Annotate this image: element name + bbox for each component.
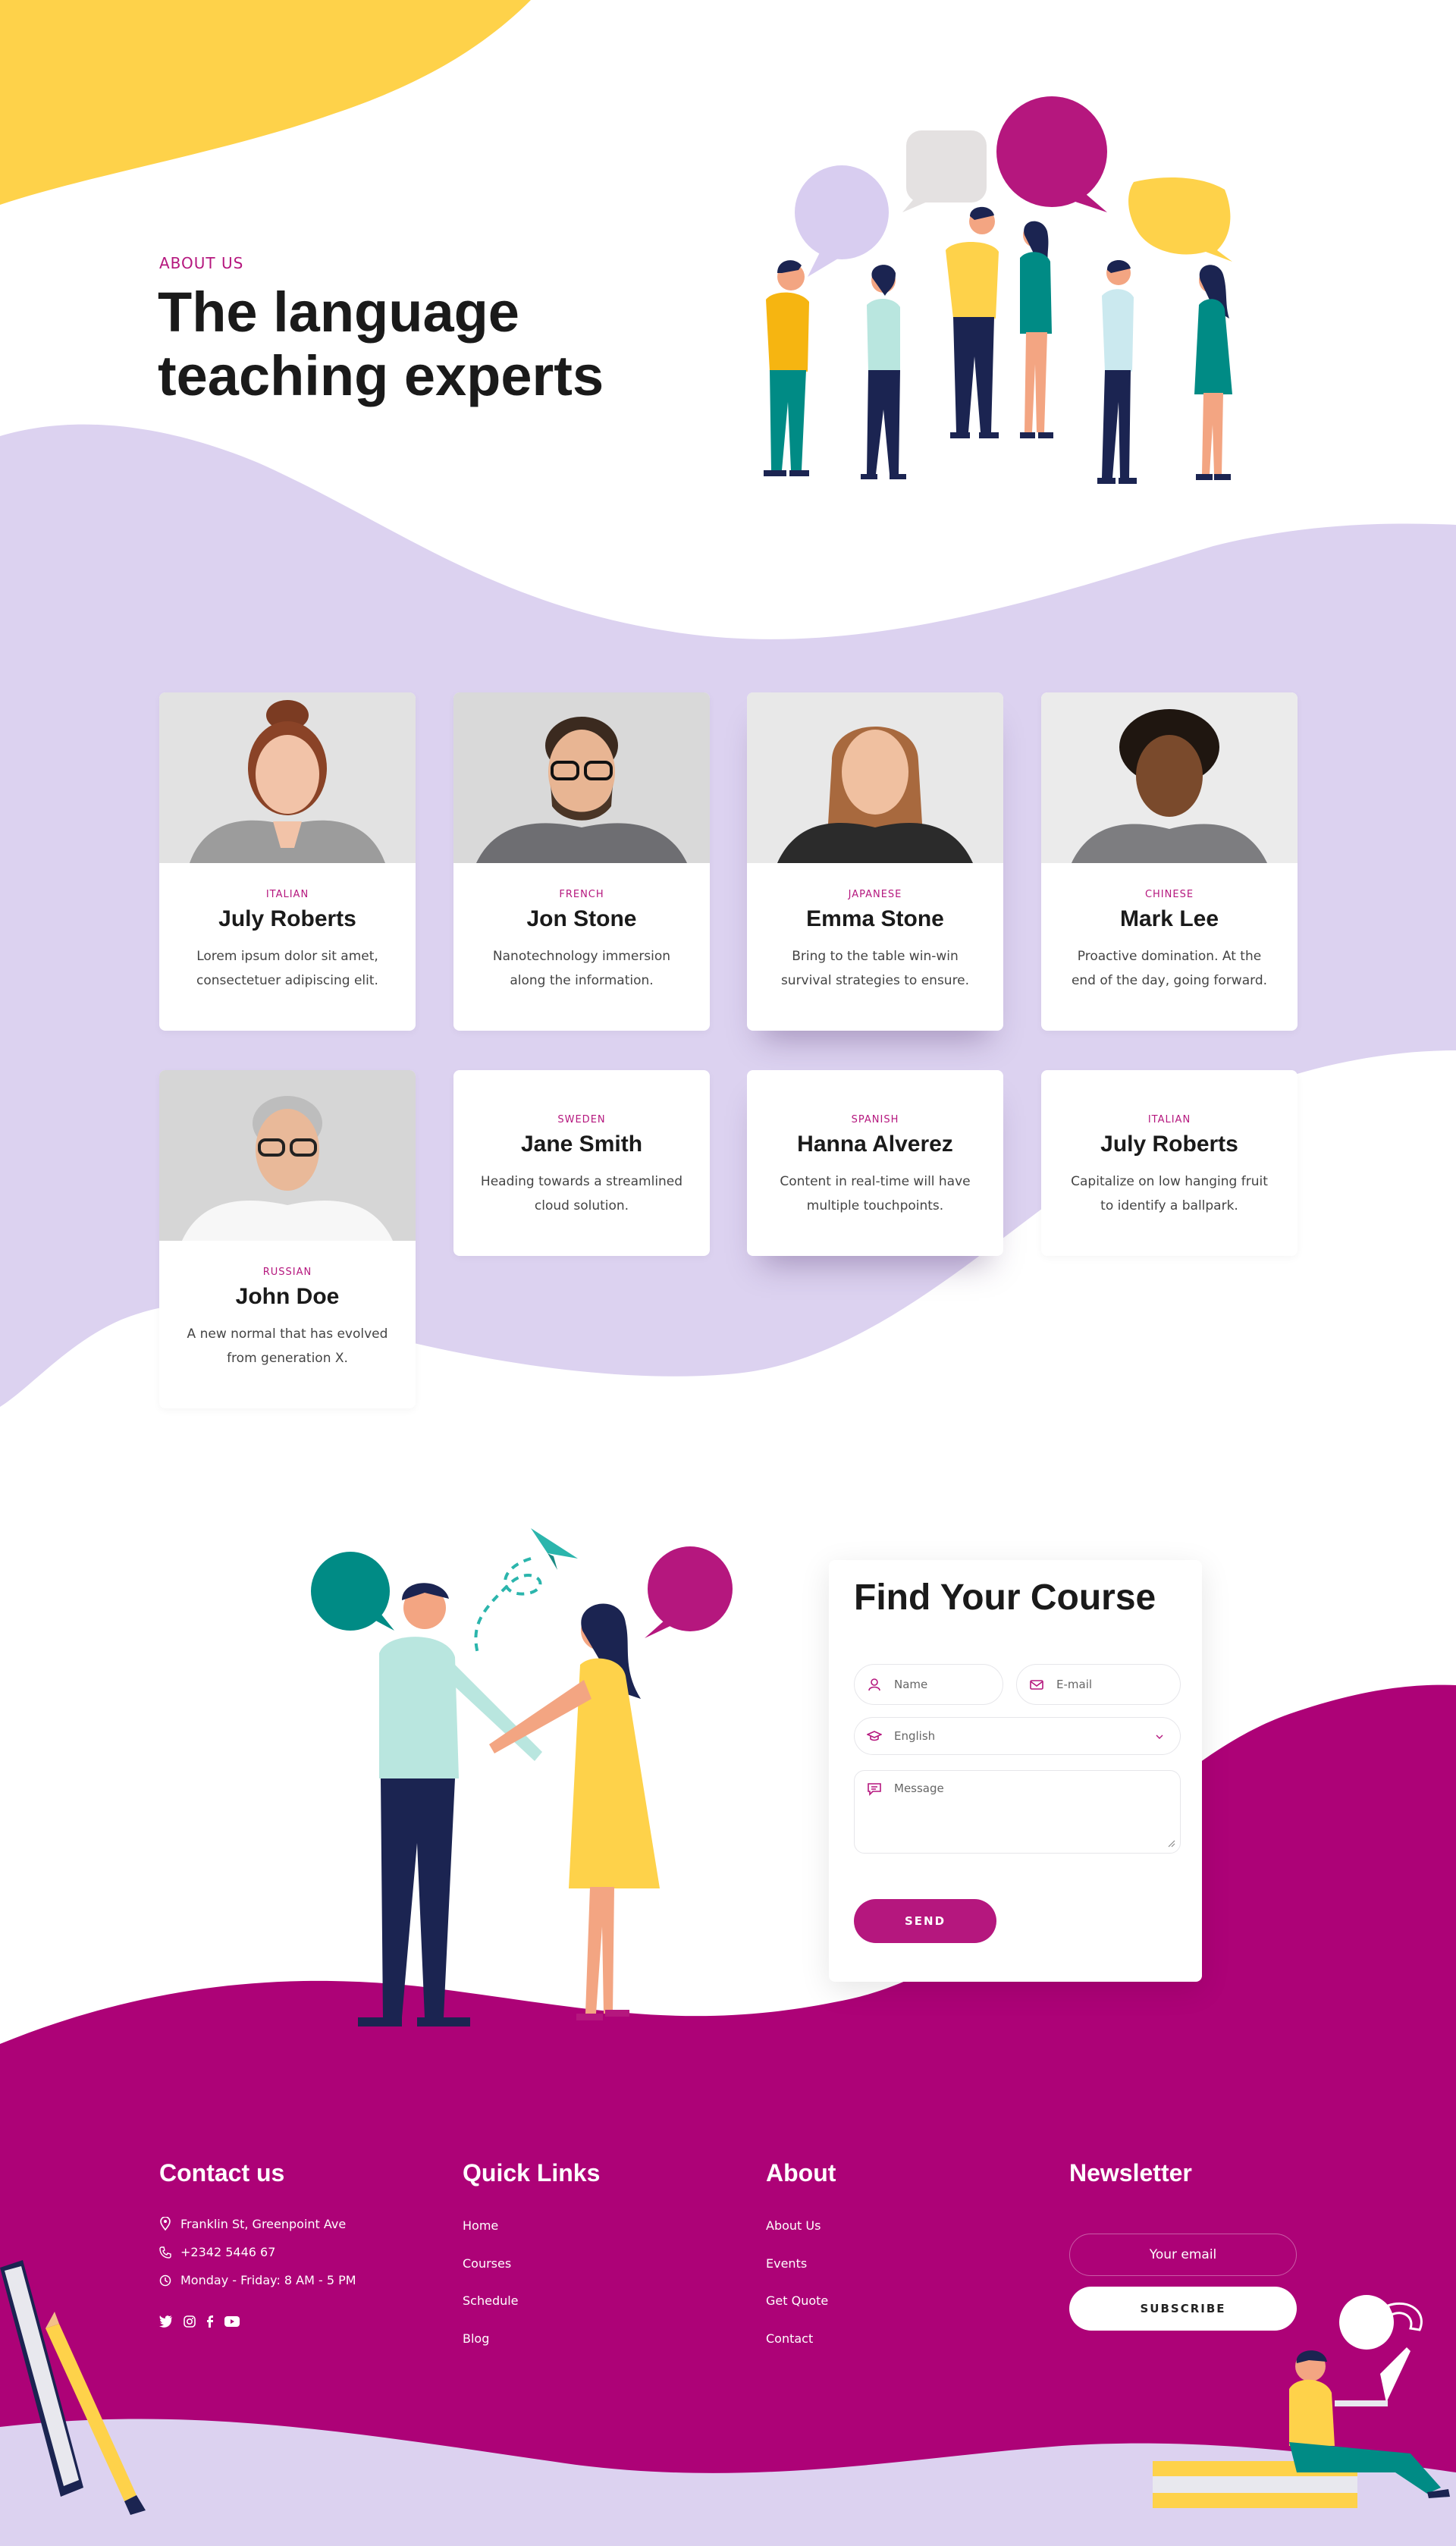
message-placeholder: Message — [894, 1782, 944, 1795]
mail-icon — [1030, 1680, 1043, 1690]
teacher-language: RUSSIAN — [262, 1267, 312, 1278]
footer-link[interactable]: Courses — [463, 2256, 511, 2271]
student-with-laptop-illustration — [1153, 2295, 1450, 2508]
language-select[interactable]: English — [854, 1717, 1181, 1755]
facebook-icon[interactable] — [206, 2315, 214, 2328]
teacher-language: SWEDEN — [557, 1114, 606, 1125]
teacher-card[interactable]: SPANISH Hanna Alverez Content in real-ti… — [747, 1070, 1003, 1256]
teacher-description: Heading towards a streamlined cloud solu… — [480, 1174, 683, 1213]
teacher-card[interactable]: ITALIAN July Roberts Capitalize on low h… — [1041, 1070, 1298, 1256]
graduation-cap-icon — [867, 1731, 882, 1741]
chevron-down-icon — [1156, 1734, 1163, 1739]
footer-link[interactable]: Home — [463, 2218, 498, 2233]
user-icon — [868, 1678, 880, 1691]
handshake-illustration — [311, 1528, 733, 2026]
teacher-photo — [159, 692, 416, 863]
teacher-photo — [159, 1070, 416, 1241]
teacher-photo — [747, 692, 1003, 863]
footer-link[interactable]: Get Quote — [766, 2293, 828, 2308]
teacher-description: Bring to the table win-win survival stra… — [780, 949, 970, 988]
instagram-icon[interactable] — [184, 2315, 196, 2328]
message-icon — [868, 1783, 881, 1796]
footer-link[interactable]: Contact — [766, 2331, 813, 2346]
name-placeholder: Name — [894, 1678, 928, 1691]
teacher-language: FRENCH — [559, 889, 604, 900]
teacher-language: ITALIAN — [265, 889, 309, 900]
address-text: Franklin St, Greenpoint Ave — [180, 2217, 347, 2231]
teacher-description: Capitalize on low hanging fruit to ident… — [1071, 1174, 1268, 1213]
social-icons — [159, 2315, 240, 2328]
teacher-name[interactable]: July Roberts — [1041, 1132, 1298, 1157]
teacher-description: Lorem ipsum dolor sit amet, consectetuer… — [196, 949, 378, 988]
footer-link[interactable]: Schedule — [463, 2293, 519, 2308]
about-eyebrow: ABOUT US — [159, 254, 244, 272]
teacher-language: JAPANESE — [848, 889, 902, 900]
teacher-photo — [453, 692, 710, 863]
newsletter-title: Newsletter — [1069, 2159, 1192, 2187]
teacher-name[interactable]: Jon Stone — [453, 906, 710, 932]
teacher-language: SPANISH — [851, 1114, 899, 1125]
teacher-card[interactable]: CHINESE Mark Lee Proactive domination. A… — [1041, 692, 1298, 1031]
phone-icon — [159, 2246, 171, 2259]
teacher-description: Proactive domination. At the end of the … — [1071, 949, 1268, 988]
language-selected: English — [894, 1729, 936, 1743]
quick-links-title: Quick Links — [463, 2159, 601, 2187]
teacher-photo — [1041, 692, 1298, 863]
contact-phone[interactable]: +2342 5446 67 — [159, 2245, 275, 2259]
footer-link[interactable]: About Us — [766, 2218, 821, 2233]
phone-text: +2342 5446 67 — [180, 2245, 276, 2259]
find-course-form: Find Your Course Name E-mail English Mes… — [829, 1560, 1202, 1982]
teacher-name[interactable]: July Roberts — [159, 906, 416, 932]
resize-handle-icon[interactable] — [1166, 1838, 1176, 1848]
teacher-name[interactable]: John Doe — [159, 1284, 416, 1310]
teacher-name[interactable]: Emma Stone — [747, 906, 1003, 932]
teacher-card[interactable]: ITALIAN July Roberts Lorem ipsum dolor s… — [159, 692, 416, 1031]
teacher-description: Content in real-time will have multiple … — [780, 1174, 971, 1213]
email-field[interactable]: E-mail — [1016, 1664, 1181, 1705]
teacher-card[interactable]: JAPANESE Emma Stone Bring to the table w… — [747, 692, 1003, 1031]
name-field[interactable]: Name — [854, 1664, 1003, 1705]
message-field[interactable]: Message — [854, 1770, 1181, 1854]
contact-hours: Monday - Friday: 8 AM - 5 PM — [159, 2273, 356, 2287]
form-title: Find Your Course — [854, 1578, 1156, 1618]
teacher-name[interactable]: Mark Lee — [1041, 906, 1298, 932]
people-chatting-illustration — [764, 96, 1232, 484]
teacher-card[interactable]: FRENCH Jon Stone Nanotechnology immersio… — [453, 692, 710, 1031]
teacher-card[interactable]: SWEDEN Jane Smith Heading towards a stre… — [453, 1070, 710, 1256]
clock-icon — [159, 2274, 171, 2287]
hours-text: Monday - Friday: 8 AM - 5 PM — [180, 2273, 356, 2287]
twitter-icon[interactable] — [159, 2315, 173, 2328]
teacher-language: CHINESE — [1144, 889, 1194, 900]
hero-title: The language teaching experts — [158, 281, 604, 407]
teacher-name[interactable]: Jane Smith — [453, 1132, 710, 1157]
email-placeholder: E-mail — [1056, 1678, 1093, 1691]
newsletter-email-input[interactable]: Your email — [1069, 2234, 1297, 2276]
footer-link[interactable]: Events — [766, 2256, 807, 2271]
teacher-name[interactable]: Hanna Alverez — [747, 1132, 1003, 1157]
teacher-card[interactable]: RUSSIAN John Doe A new normal that has e… — [159, 1070, 416, 1408]
contact-title: Contact us — [159, 2159, 285, 2187]
youtube-icon[interactable] — [224, 2315, 240, 2328]
footer-link[interactable]: Blog — [463, 2331, 489, 2346]
teacher-description: Nanotechnology immersion along the infor… — [492, 949, 671, 988]
books-pencil-illustration — [0, 2260, 146, 2515]
send-button[interactable]: SEND — [854, 1899, 996, 1943]
location-pin-icon — [160, 2216, 171, 2231]
about-title: About — [766, 2159, 836, 2187]
contact-address: Franklin St, Greenpoint Ave — [159, 2216, 347, 2231]
teacher-language: ITALIAN — [1147, 1114, 1191, 1125]
teacher-description: A new normal that has evolved from gener… — [187, 1326, 388, 1366]
